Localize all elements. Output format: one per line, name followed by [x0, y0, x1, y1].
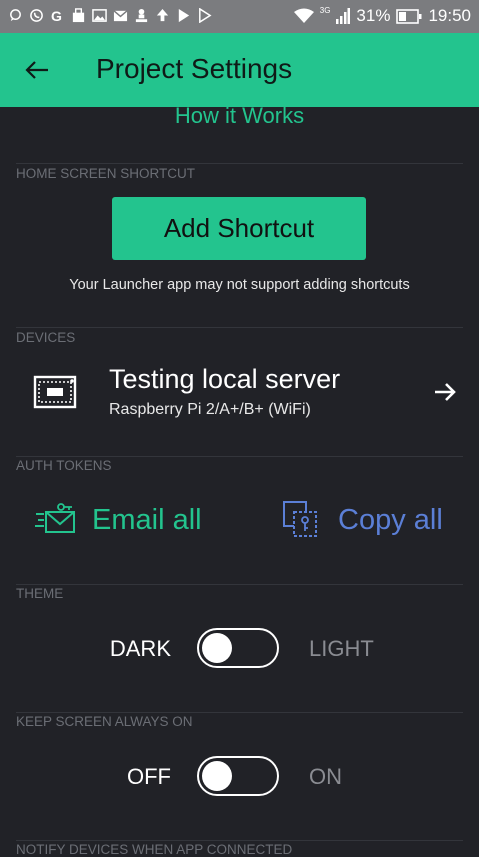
chat-bubble-icon: [10, 9, 21, 22]
divider: [16, 456, 463, 457]
how-it-works-link[interactable]: How it Works: [0, 103, 479, 129]
switch-knob: [202, 633, 232, 663]
copy-key-icon: [283, 501, 317, 537]
section-label-auth-tokens: AUTH TOKENS: [16, 458, 112, 473]
keep-screen-switch[interactable]: [197, 756, 279, 796]
section-label-theme: THEME: [16, 586, 64, 601]
back-arrow-icon[interactable]: [22, 55, 52, 85]
email-send-icon: [35, 503, 75, 533]
wifi-icon: [293, 8, 314, 23]
clock: 19:50: [428, 6, 471, 25]
theme-dark-label: DARK: [109, 636, 171, 661]
keep-screen-on-label: ON: [309, 764, 342, 789]
device-model: Raspberry Pi 2/A+/B+ (WiFi): [109, 401, 311, 418]
theme-toggle-row: DARK LIGHT: [0, 628, 479, 672]
theme-switch[interactable]: [197, 628, 279, 668]
keep-screen-off-label: OFF: [127, 764, 171, 789]
email-all-button[interactable]: Email all: [34, 500, 202, 540]
image-icon: [92, 9, 107, 22]
divider: [16, 840, 463, 841]
shortcut-hint: Your Launcher app may not support adding…: [69, 277, 410, 293]
section-label-keep-screen: KEEP SCREEN ALWAYS ON: [16, 714, 193, 729]
divider: [16, 327, 463, 328]
arrow-right-icon[interactable]: [432, 379, 458, 405]
email-all-label: Email all: [92, 503, 202, 536]
mail-icon: [113, 10, 128, 22]
divider: [16, 163, 463, 164]
switch-knob: [202, 761, 232, 791]
play-store-icon-2: [199, 8, 212, 23]
notification-icons: G: [8, 8, 212, 23]
app-bar: Project Settings: [0, 33, 479, 107]
device-board-icon: [33, 375, 77, 409]
section-label-devices: DEVICES: [16, 330, 76, 345]
battery-percent: 31%: [356, 6, 391, 25]
store-icon: [72, 8, 85, 23]
copy-all-button[interactable]: Copy all: [282, 500, 443, 540]
section-label-notify: NOTIFY DEVICES WHEN APP CONNECTED: [16, 842, 293, 857]
page-title: Project Settings: [96, 53, 293, 84]
divider: [16, 712, 463, 713]
stamp-icon: [135, 8, 148, 23]
divider: [16, 584, 463, 585]
status-indicators: 3G 31% 19:50: [293, 5, 471, 26]
status-bar: G 3G 31% 19:50: [0, 0, 479, 33]
upload-icon: [156, 8, 169, 22]
play-store-icon: [178, 8, 190, 23]
svg-text:G: G: [51, 8, 62, 23]
network-type: 3G: [319, 5, 331, 15]
keep-screen-toggle-row: OFF ON: [0, 756, 479, 800]
theme-light-label: LIGHT: [309, 636, 374, 661]
viber-icon: [30, 9, 43, 22]
section-label-home-shortcut: HOME SCREEN SHORTCUT: [16, 166, 196, 181]
device-name: Testing local server: [109, 364, 341, 394]
battery-icon: [396, 8, 422, 24]
google-icon: G: [51, 8, 62, 23]
signal-icon: [336, 8, 351, 24]
add-shortcut-button[interactable]: Add Shortcut: [112, 197, 366, 260]
copy-all-label: Copy all: [338, 503, 443, 536]
